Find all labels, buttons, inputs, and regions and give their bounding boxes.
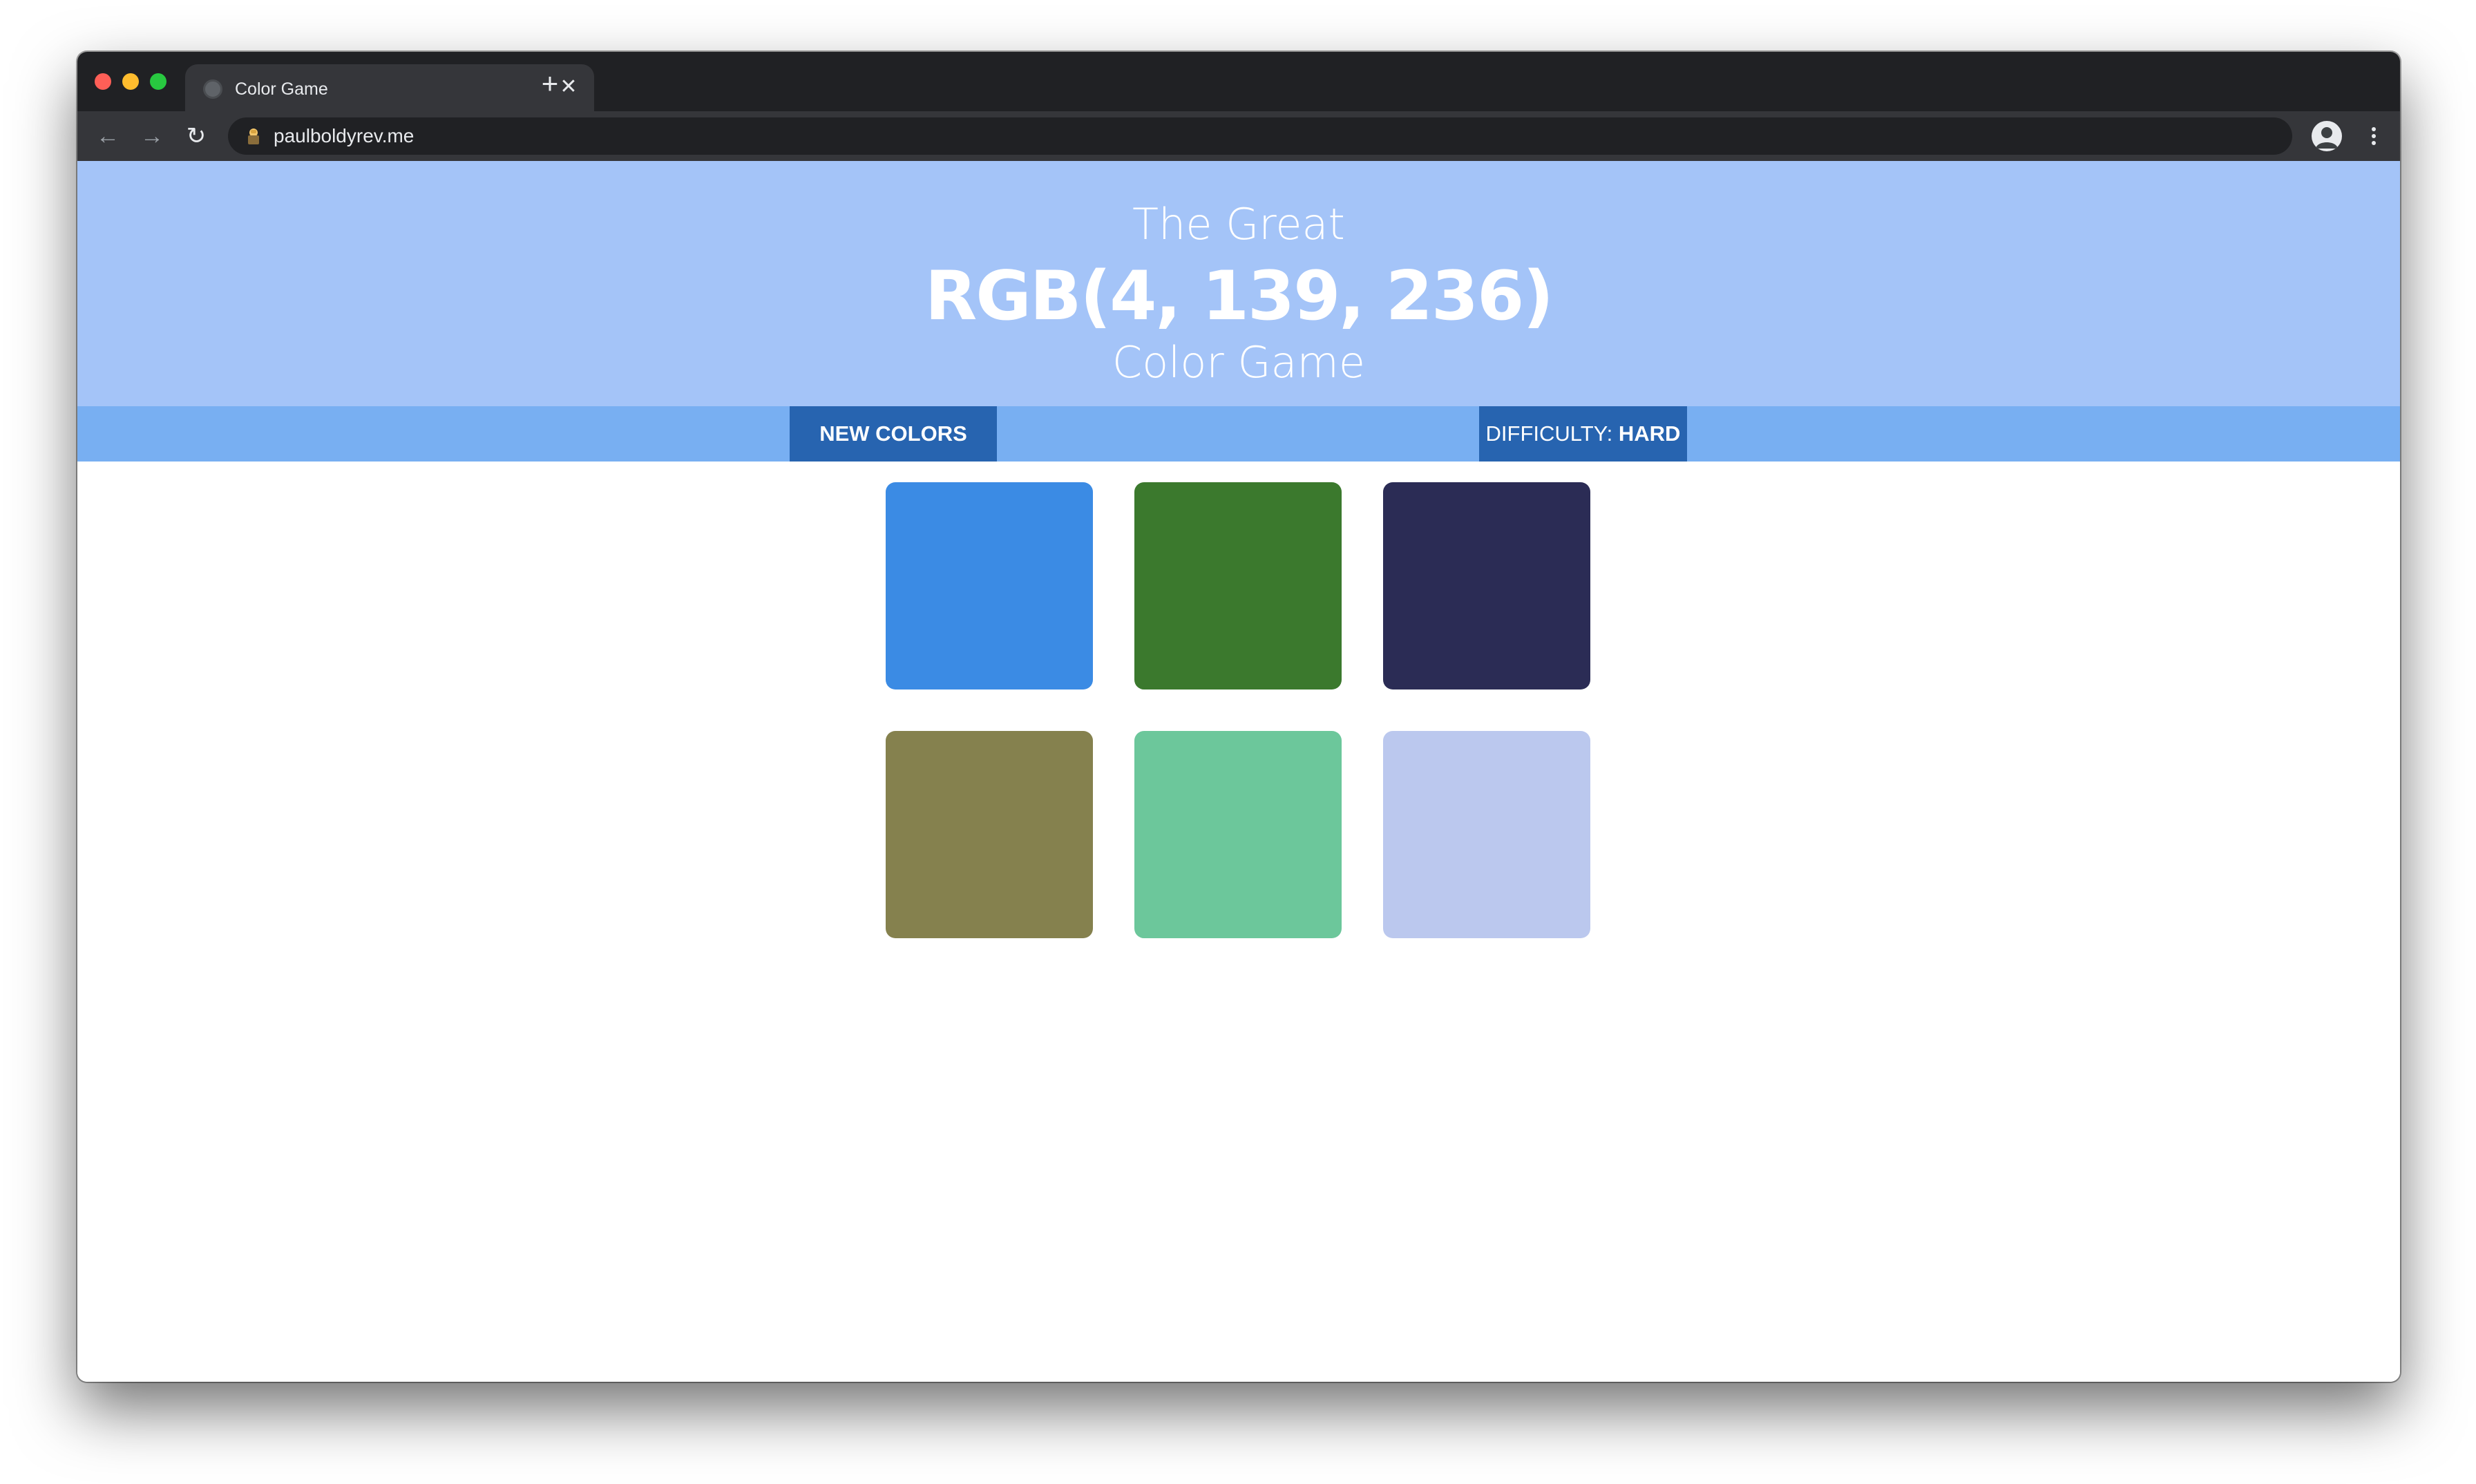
color-square[interactable] bbox=[1383, 731, 1590, 938]
url-text[interactable]: paulboldyrev.me bbox=[274, 124, 414, 149]
difficulty-label: DIFFICULTY: bbox=[1485, 421, 1619, 446]
target-color-display: RGB(4, 139, 236) bbox=[924, 257, 1554, 336]
browser-window: Color Game ✕ + ← → ↻ paulboldyrev.me The… bbox=[77, 52, 2400, 1382]
browser-toolbar: ← → ↻ paulboldyrev.me bbox=[77, 111, 2400, 161]
difficulty-button[interactable]: DIFFICULTY: HARD bbox=[1479, 406, 1687, 462]
profile-avatar-icon[interactable] bbox=[2312, 121, 2342, 151]
color-square[interactable] bbox=[1134, 482, 1342, 689]
title-bottom: Color Game bbox=[1112, 337, 1366, 388]
minimize-window-button[interactable] bbox=[122, 73, 139, 90]
more-vertical-icon[interactable] bbox=[2367, 121, 2381, 151]
color-square[interactable] bbox=[1383, 482, 1590, 689]
color-square[interactable] bbox=[1134, 731, 1342, 938]
color-square[interactable] bbox=[886, 482, 1093, 689]
game-header: The Great RGB(4, 139, 236) Color Game bbox=[77, 161, 2400, 406]
controls-bar: NEW COLORS DIFFICULTY: HARD bbox=[77, 406, 2400, 462]
maximize-window-button[interactable] bbox=[150, 73, 166, 90]
address-bar[interactable]: paulboldyrev.me bbox=[228, 117, 2292, 155]
tab-title: Color Game bbox=[235, 79, 328, 99]
new-colors-button[interactable]: NEW COLORS bbox=[790, 406, 997, 462]
difficulty-value: HARD bbox=[1618, 421, 1681, 446]
color-square[interactable] bbox=[886, 731, 1093, 938]
color-grid bbox=[886, 482, 1590, 938]
title-top: The Great bbox=[1132, 199, 1345, 249]
close-window-button[interactable] bbox=[95, 73, 111, 90]
site-info-icon[interactable] bbox=[246, 127, 261, 145]
forward-arrow-icon[interactable]: → bbox=[137, 121, 167, 151]
title-bar: Color Game ✕ + bbox=[77, 52, 2400, 111]
back-arrow-icon[interactable]: ← bbox=[93, 121, 123, 151]
page-content: The Great RGB(4, 139, 236) Color Game NE… bbox=[77, 161, 2400, 1382]
globe-icon bbox=[203, 79, 222, 99]
new-tab-button[interactable]: + bbox=[533, 67, 566, 100]
reload-icon[interactable]: ↻ bbox=[181, 121, 211, 151]
